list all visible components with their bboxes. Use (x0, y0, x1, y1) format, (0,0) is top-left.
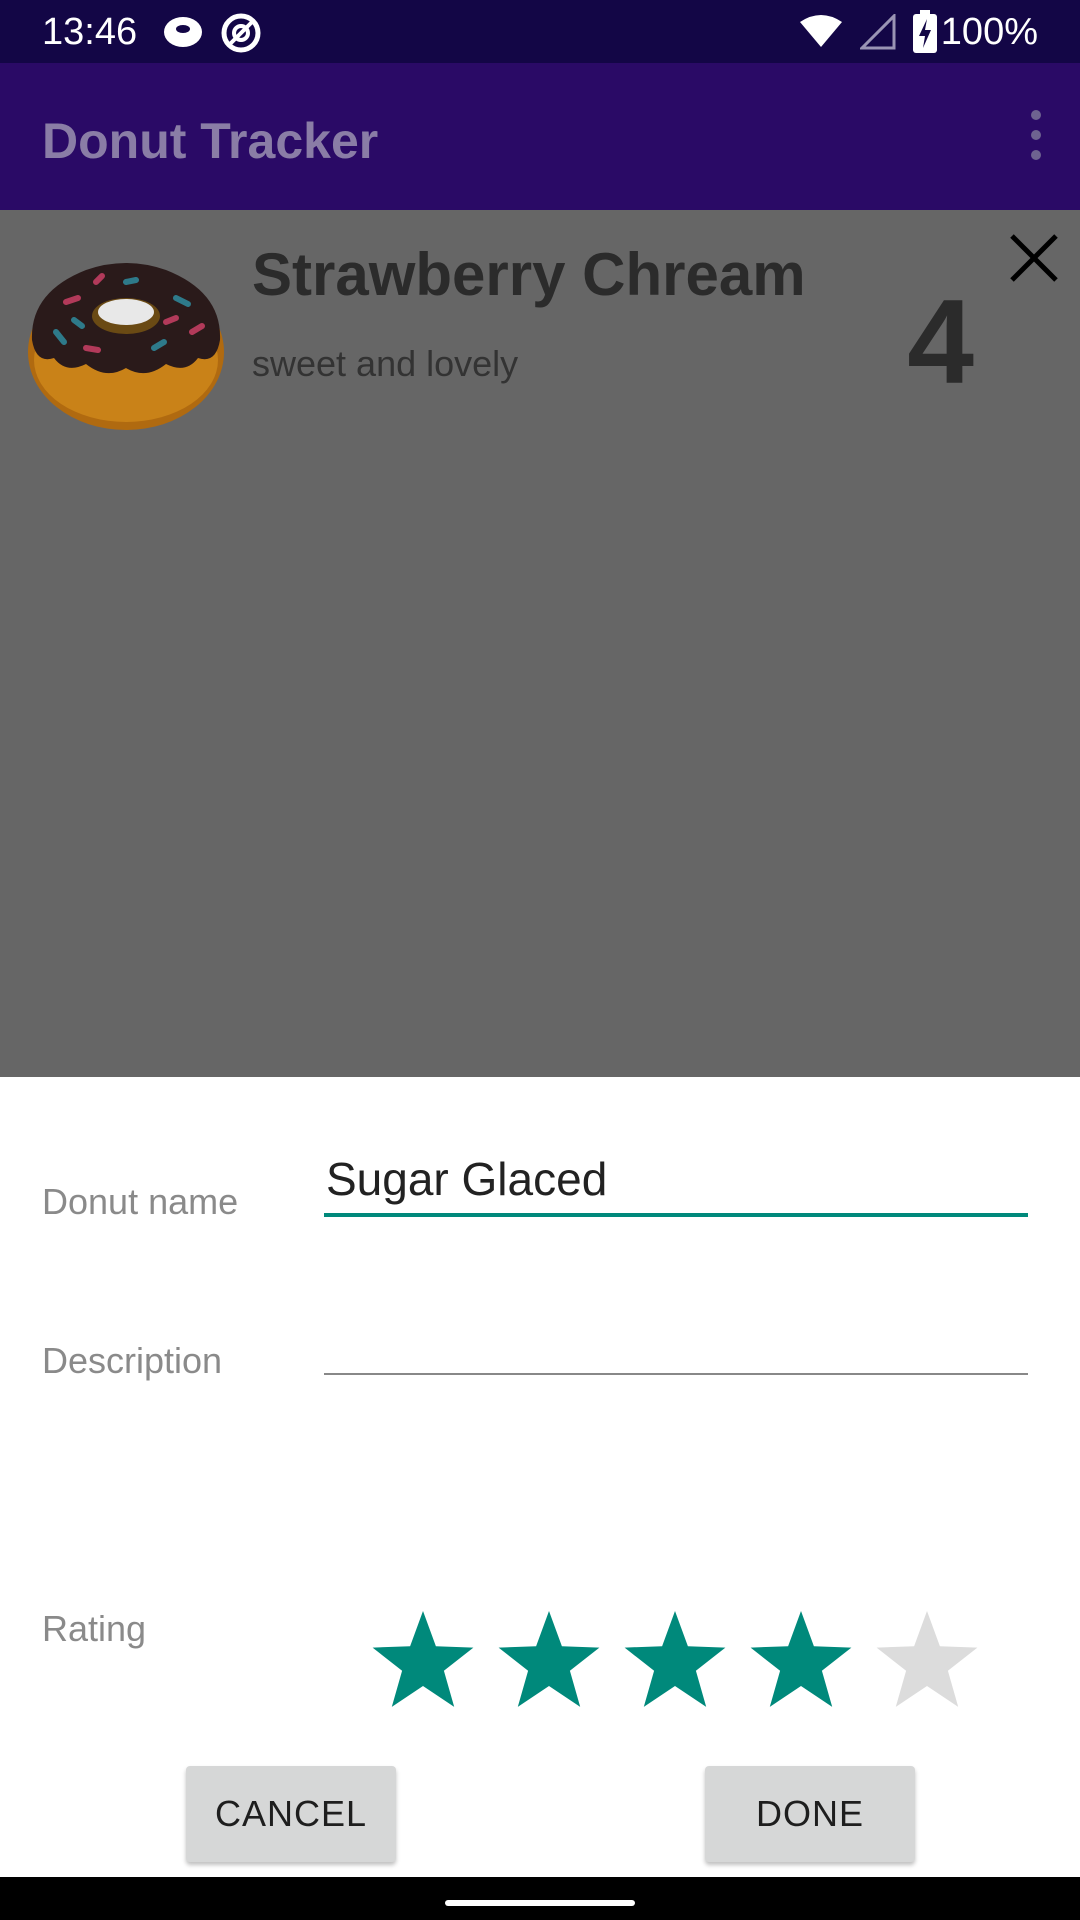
description-label: Description (42, 1340, 223, 1381)
close-icon[interactable] (1004, 228, 1064, 288)
home-handle[interactable] (445, 1900, 635, 1906)
donut-image (28, 263, 224, 430)
app-bar: Donut Tracker (0, 63, 1080, 210)
status-time: 13:46 (42, 11, 138, 53)
navigation-bar (0, 1877, 1080, 1920)
rating-label: Rating (42, 1608, 147, 1649)
star-filled-icon[interactable] (620, 1607, 730, 1717)
status-bar: 13:46 100% (0, 0, 1080, 63)
description-input[interactable] (324, 1305, 1028, 1375)
battery-percentage: 100% (940, 11, 1038, 53)
sync-icon (221, 13, 261, 53)
star-filled-icon[interactable] (494, 1607, 604, 1717)
rating-bar[interactable] (368, 1607, 988, 1717)
edit-donut-sheet: Donut name Description Rating CANCEL DON… (0, 1077, 1080, 1877)
star-filled-icon[interactable] (746, 1607, 856, 1717)
cancel-button[interactable]: CANCEL (186, 1766, 396, 1862)
donut-notification-icon (164, 17, 202, 47)
star-filled-icon[interactable] (368, 1607, 478, 1717)
more-vert-icon[interactable] (1016, 103, 1056, 167)
donut-name-label: Donut name (42, 1181, 239, 1222)
signal-icon (860, 14, 896, 50)
donut-description: sweet and lovely (252, 343, 519, 384)
star-empty-icon[interactable] (872, 1607, 982, 1717)
app-title: Donut Tracker (42, 113, 379, 169)
donut-name-input[interactable] (324, 1145, 1028, 1217)
donut-name: Strawberry Chream (252, 241, 806, 308)
donut-list: Strawberry Chream sweet and lovely 4 (0, 210, 1080, 1077)
wifi-icon (800, 15, 842, 47)
battery-charging-icon (913, 10, 937, 53)
donut-rating: 4 (907, 275, 974, 409)
done-button[interactable]: DONE (705, 1766, 915, 1862)
